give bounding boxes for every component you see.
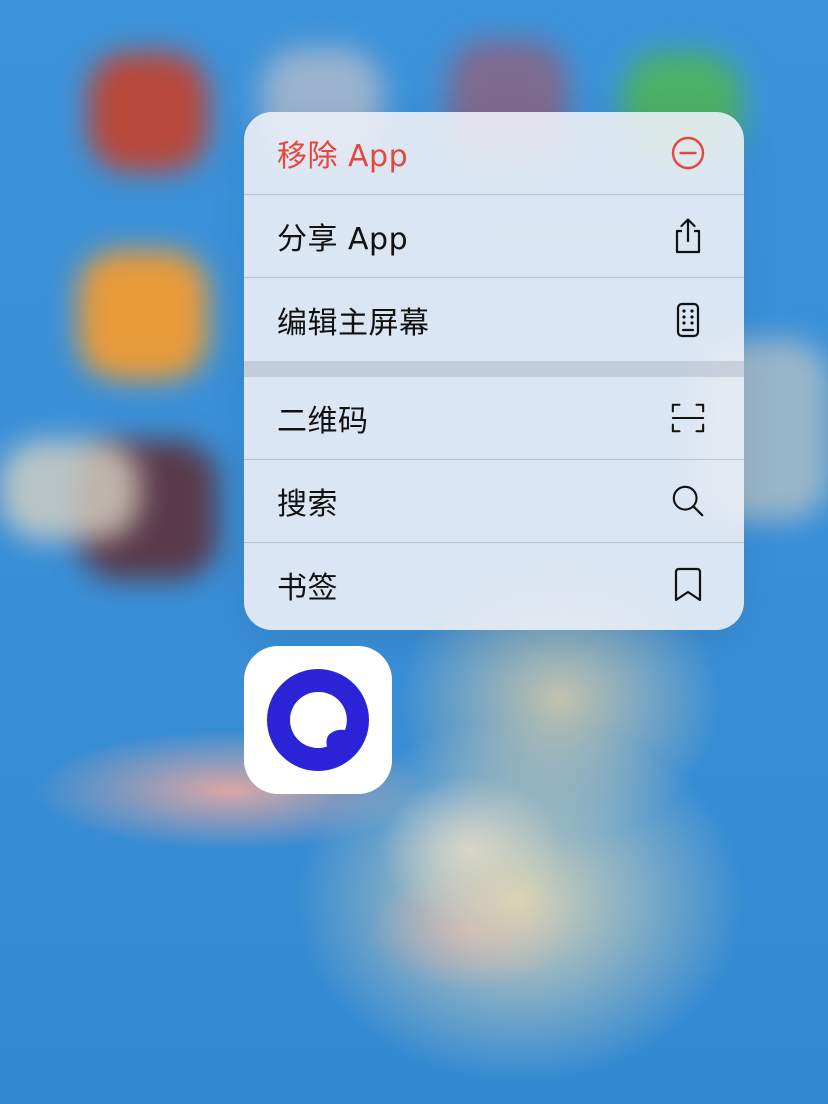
share-icon <box>670 218 706 254</box>
menu-group-separator <box>244 361 744 377</box>
bookmark-icon <box>670 567 706 603</box>
qr-code-label: 二维码 <box>277 404 369 439</box>
search-menu-item[interactable]: 搜索 <box>244 460 744 543</box>
blurred-app-icon <box>78 250 208 380</box>
share-app-label: 分享 App <box>277 222 409 257</box>
phone-grid-icon <box>670 302 706 338</box>
quark-logo-icon <box>267 669 369 771</box>
quark-browser-app-icon[interactable] <box>244 646 392 794</box>
blurred-widget <box>0 440 140 540</box>
minus-circle-icon <box>670 135 706 171</box>
search-icon <box>670 483 706 519</box>
bookmarks-menu-item[interactable]: 书签 <box>244 543 744 626</box>
remove-app-label: 移除 App <box>277 139 409 174</box>
qr-code-menu-item[interactable]: 二维码 <box>244 377 744 460</box>
remove-app-menu-item[interactable]: 移除 App <box>244 112 744 195</box>
share-app-menu-item[interactable]: 分享 App <box>244 195 744 278</box>
qr-scan-icon <box>670 400 706 436</box>
bookmarks-label: 书签 <box>277 570 338 606</box>
app-context-menu: 移除 App 分享 App 编辑主屏幕 二维码 搜索 书签 <box>244 112 744 630</box>
edit-home-screen-label: 编辑主屏幕 <box>277 305 430 341</box>
search-label: 搜索 <box>277 487 338 522</box>
blurred-app-icon <box>88 52 208 172</box>
edit-home-screen-menu-item[interactable]: 编辑主屏幕 <box>244 278 744 361</box>
